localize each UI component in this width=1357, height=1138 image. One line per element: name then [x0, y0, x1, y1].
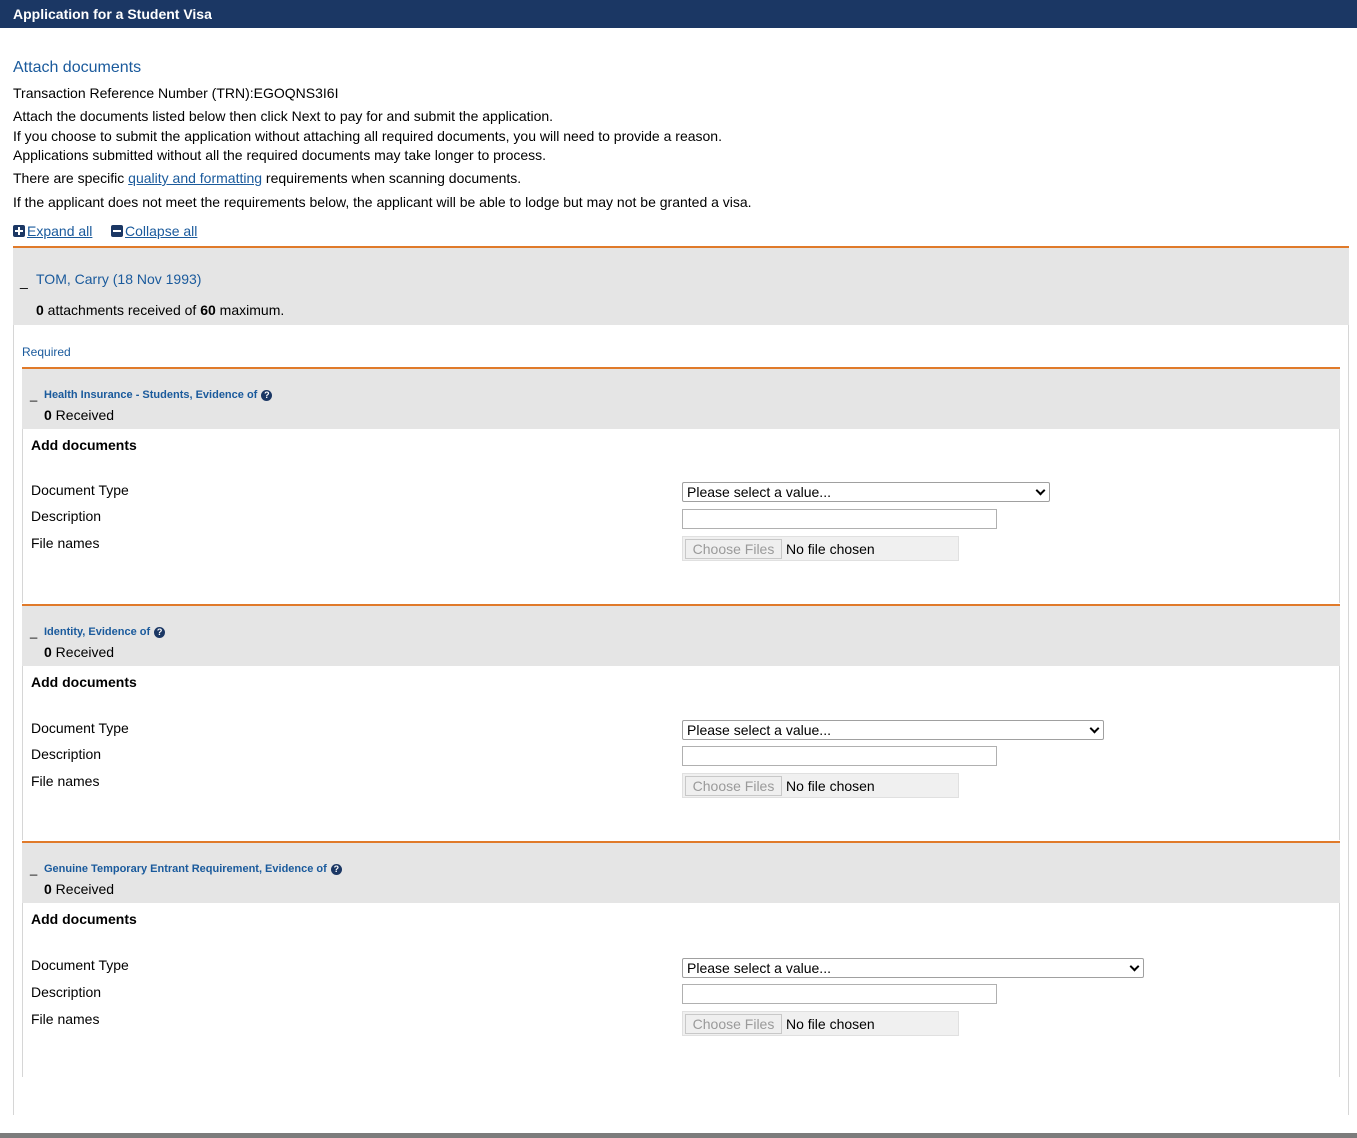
section-title-link[interactable]: Genuine Temporary Entrant Requirement, E… — [44, 863, 342, 875]
document-type-select[interactable]: Please select a value... — [682, 482, 1050, 502]
document-type-value: Please select a value... — [687, 960, 831, 976]
page-heading: Attach documents — [13, 59, 142, 76]
required-heading: Required — [22, 345, 71, 359]
received-count: 0 Received — [44, 881, 114, 897]
section-title-text: Health Insurance - Students, Evidence of — [44, 389, 258, 401]
file-status-text: No file chosen — [786, 778, 875, 794]
section-title-link[interactable]: Health Insurance - Students, Evidence of… — [44, 389, 273, 401]
received-count: 0 Received — [44, 407, 114, 423]
help-icon[interactable]: ? — [154, 627, 166, 638]
received-label: Received — [51, 644, 115, 660]
add-documents-heading: Add documents — [31, 437, 137, 453]
section-header: _ Genuine Temporary Entrant Requirement,… — [22, 843, 1340, 903]
add-documents-heading: Add documents — [31, 674, 137, 690]
description-label: Description — [31, 984, 102, 1000]
description-input[interactable] — [682, 746, 997, 766]
description-label: Description — [31, 746, 102, 762]
window-bottom-border — [0, 1133, 1357, 1138]
window-title: Application for a Student Visa — [0, 0, 1357, 28]
applicant-name-link[interactable]: TOM, Carry (18 Nov 1993) — [36, 271, 201, 287]
section-body: Add documents Document Type Please selec… — [22, 429, 1340, 603]
document-type-label: Document Type — [31, 957, 129, 973]
section-collapse-toggle[interactable]: _ — [30, 387, 37, 402]
section-title-text: Identity, Evidence of — [44, 626, 151, 638]
section-header: _ Health Insurance - Students, Evidence … — [22, 369, 1340, 429]
attachments-mid-text: attachments received of — [43, 302, 201, 318]
document-type-select[interactable]: Please select a value... — [682, 720, 1104, 740]
document-type-value: Please select a value... — [687, 722, 831, 738]
section-collapse-toggle[interactable]: _ — [30, 624, 37, 639]
document-type-select[interactable]: Please select a value... — [682, 958, 1144, 978]
section-body: Add documents Document Type Please selec… — [22, 666, 1340, 840]
applicant-collapse-toggle[interactable]: _ — [20, 273, 28, 289]
received-number: 0 — [44, 881, 52, 897]
section-header: _ Identity, Evidence of? 0 Received — [22, 606, 1340, 666]
file-names-label: File names — [31, 1011, 100, 1027]
chevron-down-icon — [1089, 723, 1100, 734]
section-title-link[interactable]: Identity, Evidence of? — [44, 626, 166, 638]
file-names-label: File names — [31, 535, 100, 551]
collapse-all-link[interactable]: Collapse all — [111, 223, 197, 239]
chevron-down-icon — [1129, 961, 1140, 972]
quality-suffix: requirements when scanning documents. — [262, 170, 522, 186]
help-icon[interactable]: ? — [330, 864, 342, 875]
file-status-text: No file chosen — [786, 541, 875, 557]
minus-square-icon — [111, 225, 123, 237]
instruction-line-3: Applications submitted without all the r… — [13, 147, 547, 163]
choose-files-button[interactable]: Choose Files — [685, 539, 782, 559]
eligibility-warning: If the applicant does not meet the requi… — [13, 194, 752, 210]
file-picker: Choose Files No file chosen — [682, 536, 959, 561]
attachments-received-count: 0 — [36, 302, 44, 318]
choose-files-button[interactable]: Choose Files — [685, 1014, 782, 1034]
document-type-label: Document Type — [31, 720, 129, 736]
expand-all-link[interactable]: Expand all — [13, 223, 92, 239]
section-title-text: Genuine Temporary Entrant Requirement, E… — [44, 863, 327, 875]
description-input[interactable] — [682, 984, 997, 1004]
description-label: Description — [31, 508, 102, 524]
received-number: 0 — [44, 644, 52, 660]
attachments-suffix-text: maximum. — [215, 302, 285, 318]
file-picker: Choose Files No file chosen — [682, 773, 959, 798]
received-label: Received — [51, 407, 115, 423]
collapse-all-label: Collapse all — [125, 223, 198, 239]
description-input[interactable] — [682, 509, 997, 529]
quality-requirements-text: There are specific quality and formattin… — [13, 170, 521, 187]
choose-files-button[interactable]: Choose Files — [685, 776, 782, 796]
received-label: Received — [51, 881, 115, 897]
trn-text: Transaction Reference Number (TRN):EGOQN… — [13, 85, 339, 101]
plus-square-icon — [13, 225, 25, 237]
add-documents-heading: Add documents — [31, 911, 137, 927]
instruction-line-2: If you choose to submit the application … — [13, 128, 722, 144]
document-type-value: Please select a value... — [687, 484, 831, 500]
document-type-label: Document Type — [31, 482, 129, 498]
file-names-label: File names — [31, 773, 100, 789]
file-picker: Choose Files No file chosen — [682, 1011, 959, 1036]
attachments-max-count: 60 — [200, 302, 216, 318]
received-count: 0 Received — [44, 644, 114, 660]
expand-all-label: Expand all — [27, 223, 93, 239]
section-body: Add documents Document Type Please selec… — [22, 903, 1340, 1077]
chevron-down-icon — [1035, 485, 1046, 496]
quality-prefix: There are specific — [13, 170, 129, 186]
help-icon[interactable]: ? — [261, 390, 273, 401]
quality-formatting-link[interactable]: quality and formatting — [128, 170, 262, 186]
section-collapse-toggle[interactable]: _ — [30, 861, 37, 876]
file-status-text: No file chosen — [786, 1016, 875, 1032]
received-number: 0 — [44, 407, 52, 423]
attachments-summary: 0 attachments received of 60 maximum. — [36, 302, 284, 318]
instruction-line-1: Attach the documents listed below then c… — [13, 108, 554, 124]
